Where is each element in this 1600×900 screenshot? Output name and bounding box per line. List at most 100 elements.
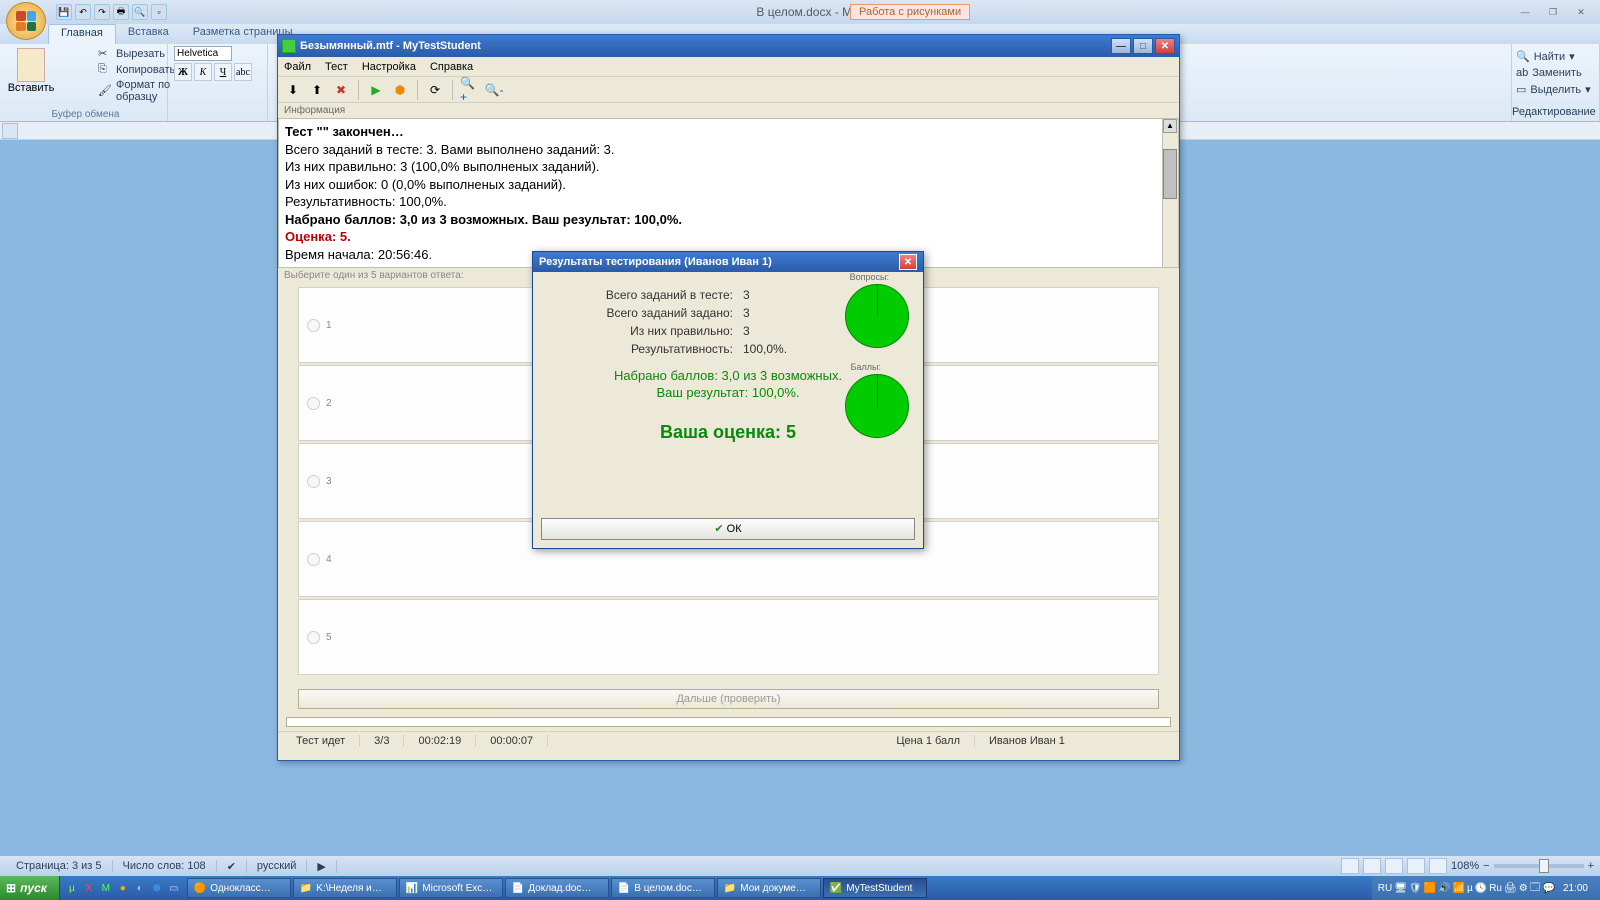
paste-button[interactable]: Вставить bbox=[10, 46, 52, 104]
view-outline-icon[interactable] bbox=[1407, 858, 1425, 874]
stop-icon[interactable]: ⬢ bbox=[389, 79, 411, 101]
close-icon[interactable]: ✕ bbox=[1155, 38, 1175, 54]
dialog-titlebar[interactable]: Результаты тестирования (Иванов Иван 1) … bbox=[533, 252, 923, 272]
clock[interactable]: 21:00 bbox=[1557, 883, 1594, 894]
view-print-icon[interactable] bbox=[1341, 858, 1359, 874]
desktop-icon[interactable]: ▭ bbox=[166, 879, 182, 897]
new-icon[interactable]: ▫ bbox=[151, 4, 167, 20]
menu-test[interactable]: Тест bbox=[325, 61, 348, 73]
minimize-icon[interactable]: — bbox=[1111, 38, 1131, 54]
clipboard-group: Вставить ✂Вырезать ⎘Копировать 🖌Формат п… bbox=[4, 44, 168, 121]
undo-icon[interactable]: ↶ bbox=[75, 4, 91, 20]
lang-indicator[interactable]: RU bbox=[1378, 883, 1392, 894]
ruler-toggle[interactable] bbox=[2, 123, 18, 139]
tray-icon[interactable]: 🛡 bbox=[1409, 883, 1422, 894]
app-icon[interactable]: ◐ bbox=[132, 879, 148, 897]
office-button[interactable] bbox=[6, 2, 46, 40]
find-icon: 🔍 bbox=[1516, 50, 1530, 63]
task-item[interactable]: ✅MyTestStudent bbox=[823, 878, 927, 898]
italic-button[interactable]: К bbox=[194, 63, 212, 81]
status-lang[interactable]: русский bbox=[247, 860, 307, 872]
select-button[interactable]: ▭Выделить ▾ bbox=[1516, 81, 1595, 98]
tray-icon[interactable]: 🗔 bbox=[1530, 880, 1541, 897]
status-proof-icon[interactable]: ✔ bbox=[217, 860, 247, 873]
font-name-input[interactable] bbox=[174, 46, 232, 61]
start-button[interactable]: пуск bbox=[0, 876, 60, 900]
utorrent-icon[interactable]: µ bbox=[64, 879, 80, 897]
zoom-out-icon[interactable]: − bbox=[1483, 860, 1489, 872]
tray-icon[interactable]: ⚙ bbox=[1519, 883, 1528, 894]
delete-icon[interactable]: ✖ bbox=[330, 79, 352, 101]
menu-file[interactable]: Файл bbox=[284, 61, 311, 73]
menu-help[interactable]: Справка bbox=[430, 61, 473, 73]
mytest-titlebar[interactable]: Безымянный.mtf - MyTestStudent — □ ✕ bbox=[278, 35, 1179, 57]
close-icon[interactable]: ✕ bbox=[899, 254, 917, 270]
preview-icon[interactable]: 🔍 bbox=[132, 4, 148, 20]
replace-button[interactable]: abЗаменить bbox=[1516, 65, 1595, 81]
app-icon[interactable]: ⊕ bbox=[149, 879, 165, 897]
status-page[interactable]: Страница: 3 из 5 bbox=[6, 860, 113, 872]
tray-icon[interactable]: 📶 bbox=[1453, 883, 1465, 894]
radio-4[interactable] bbox=[307, 553, 320, 566]
tray-icon[interactable]: 🖥 bbox=[1394, 883, 1407, 894]
zoom-slider[interactable] bbox=[1494, 864, 1584, 868]
next-icon[interactable]: ⬆ bbox=[306, 79, 328, 101]
copy-button[interactable]: ⎘Копировать bbox=[98, 62, 175, 78]
tray-icon[interactable]: 🔊 bbox=[1438, 883, 1450, 894]
strike-button[interactable]: abc bbox=[234, 63, 252, 81]
view-web-icon[interactable] bbox=[1385, 858, 1403, 874]
menu-settings[interactable]: Настройка bbox=[362, 61, 416, 73]
tab-home[interactable]: Главная bbox=[48, 24, 116, 44]
status-macro-icon[interactable]: ▶ bbox=[307, 860, 336, 873]
tab-insert[interactable]: Вставка bbox=[116, 24, 181, 44]
view-read-icon[interactable] bbox=[1363, 858, 1381, 874]
tray-icon[interactable]: µ bbox=[1467, 883, 1473, 894]
app-icon[interactable]: X bbox=[81, 879, 97, 897]
tray-icon[interactable]: 🖨 bbox=[1504, 883, 1517, 894]
next-button[interactable]: Дальше (проверить) bbox=[298, 689, 1159, 709]
tray-icon[interactable]: 🕓 bbox=[1475, 883, 1487, 894]
task-item[interactable]: 🟠Однокласс… bbox=[187, 878, 291, 898]
refresh-icon[interactable]: ⟳ bbox=[424, 79, 446, 101]
view-draft-icon[interactable] bbox=[1429, 858, 1447, 874]
format-painter-button[interactable]: 🖌Формат по образцу bbox=[98, 78, 175, 104]
scissors-icon: ✂ bbox=[98, 47, 112, 61]
app-icon[interactable]: ● bbox=[115, 879, 131, 897]
radio-2[interactable] bbox=[307, 397, 320, 410]
zoom-in-icon[interactable]: 🔍+ bbox=[459, 79, 481, 101]
redo-icon[interactable]: ↷ bbox=[94, 4, 110, 20]
radio-5[interactable] bbox=[307, 631, 320, 644]
ok-button[interactable]: ✔ ОК bbox=[541, 518, 915, 540]
maximize-icon[interactable]: □ bbox=[1133, 38, 1153, 54]
find-button[interactable]: 🔍Найти ▾ bbox=[1516, 48, 1595, 65]
zoom-in-icon[interactable]: + bbox=[1588, 860, 1594, 872]
zoom-value[interactable]: 108% bbox=[1451, 860, 1479, 872]
task-item[interactable]: 📊Microsoft Exc… bbox=[399, 878, 503, 898]
tray-icon[interactable]: 💬 bbox=[1543, 883, 1555, 894]
cut-button[interactable]: ✂Вырезать bbox=[98, 46, 175, 62]
task-item[interactable]: 📄В целом.doc… bbox=[611, 878, 715, 898]
play-icon[interactable]: ▶ bbox=[365, 79, 387, 101]
prev-icon[interactable]: ⬇ bbox=[282, 79, 304, 101]
bold-button[interactable]: Ж bbox=[174, 63, 192, 81]
underline-button[interactable]: Ч bbox=[214, 63, 232, 81]
answer-option[interactable]: 5 bbox=[298, 599, 1159, 675]
zoom-out-icon[interactable]: 🔍- bbox=[483, 79, 505, 101]
save-icon[interactable]: 💾 bbox=[56, 4, 72, 20]
row-total-label: Всего заданий в тесте: bbox=[543, 288, 743, 302]
contextual-tab[interactable]: Работа с рисунками bbox=[850, 4, 970, 20]
info-scrollbar[interactable]: ▲ bbox=[1162, 119, 1178, 267]
tray-icon[interactable]: 🟧 bbox=[1424, 883, 1436, 894]
app-icon[interactable]: M bbox=[98, 879, 114, 897]
radio-1[interactable] bbox=[307, 319, 320, 332]
radio-3[interactable] bbox=[307, 475, 320, 488]
tray-icon[interactable]: Ru bbox=[1489, 883, 1502, 894]
close-icon[interactable]: ✕ bbox=[1568, 4, 1594, 20]
minimize-icon[interactable]: — bbox=[1512, 4, 1538, 20]
restore-icon[interactable]: ❐ bbox=[1540, 4, 1566, 20]
status-words[interactable]: Число слов: 108 bbox=[113, 860, 217, 872]
task-item[interactable]: 📁K:\Неделя и… bbox=[293, 878, 397, 898]
task-item[interactable]: 📁Мои докуме… bbox=[717, 878, 821, 898]
task-item[interactable]: 📄Доклад.doc… bbox=[505, 878, 609, 898]
print-icon[interactable]: 🖶 bbox=[113, 4, 129, 20]
